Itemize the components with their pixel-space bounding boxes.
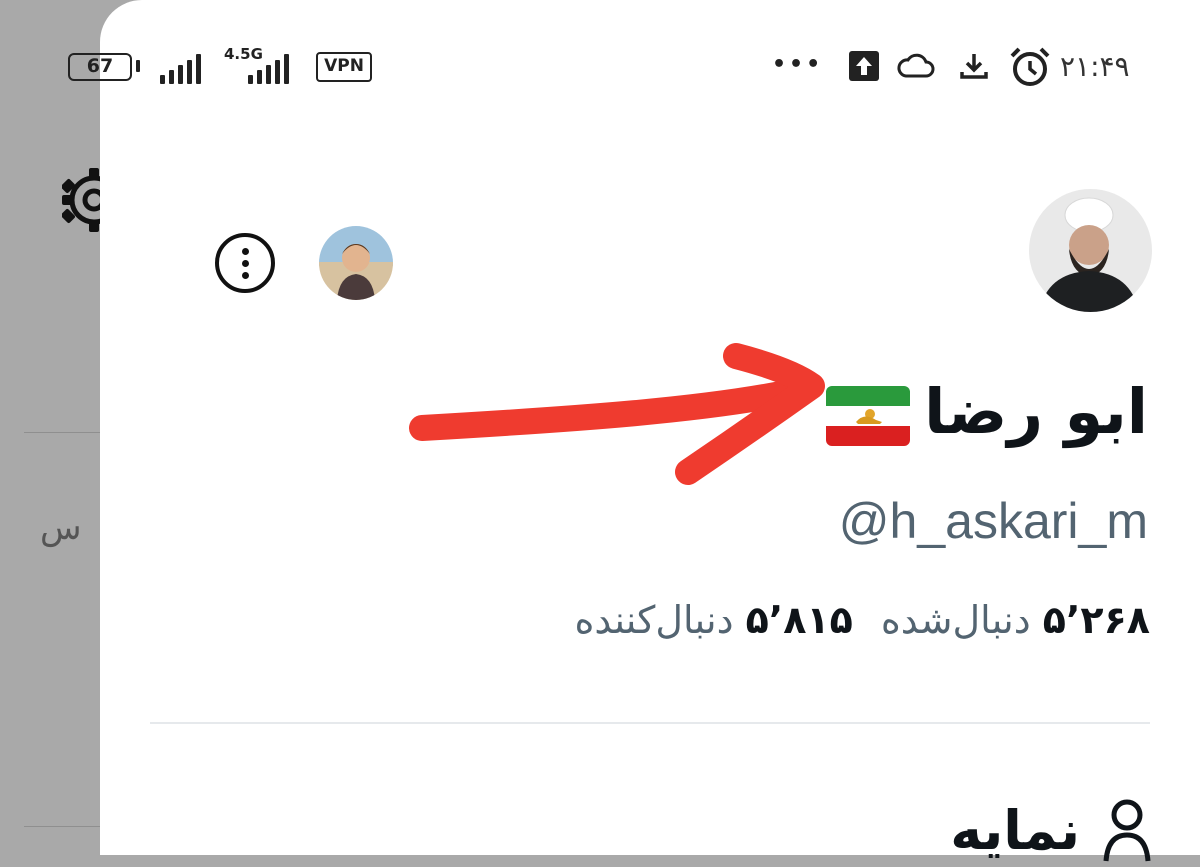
dot	[241, 271, 249, 279]
battery-indicator: 67	[68, 53, 132, 81]
dot	[241, 259, 249, 267]
section-divider	[150, 722, 1150, 724]
username-handle: @h_askari_m	[838, 493, 1148, 549]
vpn-badge: VPN	[316, 52, 372, 82]
menu-item-label: نمایه	[950, 798, 1080, 862]
flag-emoji-icon	[826, 386, 910, 446]
cloud-icon	[896, 50, 936, 86]
background-divider	[24, 826, 104, 827]
dot	[241, 247, 249, 255]
more-options-button[interactable]	[215, 233, 275, 293]
alarm-clock-icon	[1008, 46, 1052, 92]
battery-tip	[136, 60, 140, 72]
following-stat[interactable]: ۵٬۲۶۸ دنبال‌شده	[881, 598, 1150, 642]
secondary-account-avatar[interactable]	[319, 226, 393, 300]
following-count: ۵٬۲۶۸	[1042, 598, 1150, 642]
download-icon	[958, 50, 990, 86]
signal-strength-icon	[160, 52, 201, 84]
display-name: ابو رضا	[924, 375, 1148, 448]
status-clock: ۲۱:۴۹	[1060, 50, 1130, 83]
followers-count: ۵٬۸۱۵	[745, 598, 853, 642]
followers-label: دنبال‌کننده	[574, 598, 734, 642]
followers-stat[interactable]: ۵٬۸۱۵ دنبال‌کننده	[574, 598, 852, 642]
upload-icon	[848, 50, 880, 86]
profile-avatar[interactable]	[1029, 189, 1152, 312]
background-partial-text: س	[40, 508, 82, 548]
following-label: دنبال‌شده	[880, 598, 1031, 642]
background-divider	[24, 432, 104, 433]
person-icon	[1102, 793, 1152, 867]
profile-drawer: 67 4.5G VPN ••• ۲۱:۴۹ ابو رضا @h_askari_…	[68, 0, 1200, 862]
status-bar: 67 4.5G VPN ••• ۲۱:۴۹	[68, 40, 1200, 96]
follow-stats: ۵٬۲۶۸ دنبال‌شده ۵٬۸۱۵ دنبال‌کننده	[574, 598, 1150, 642]
more-notifications-icon: •••	[772, 52, 824, 77]
settings-gear-icon[interactable]	[62, 166, 102, 236]
signal-strength-icon	[248, 52, 289, 84]
